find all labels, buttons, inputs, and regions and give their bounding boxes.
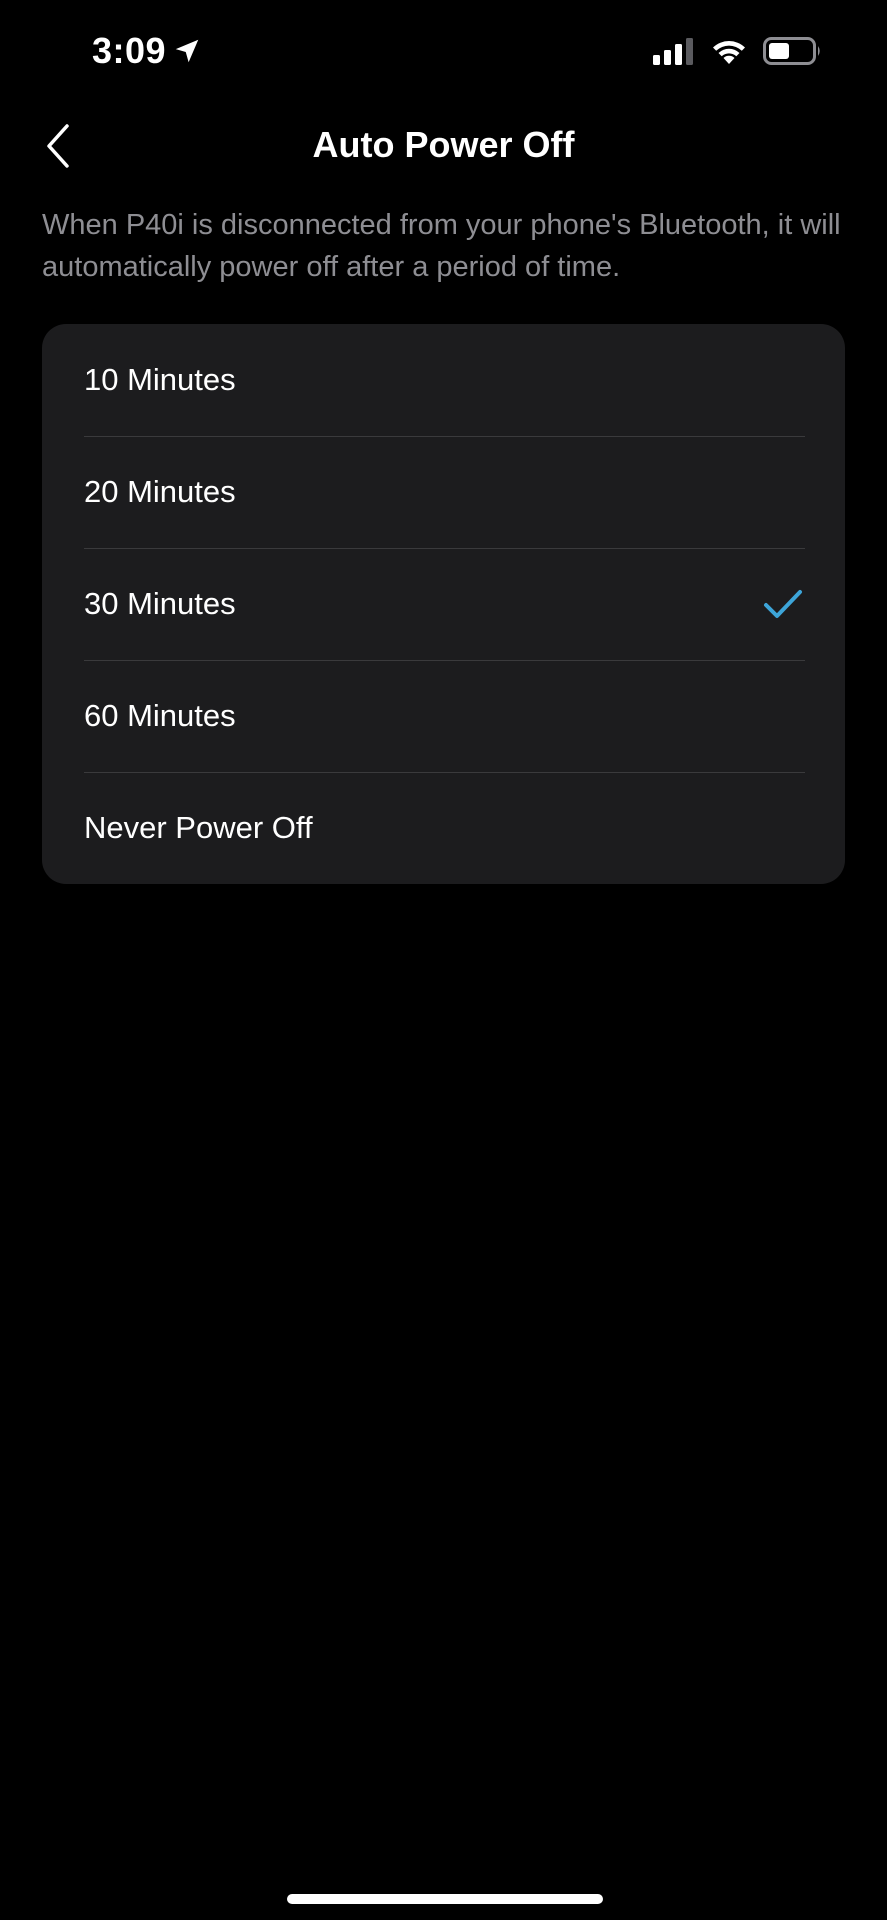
options-list: 10 Minutes 20 Minutes 30 Minutes 60 Minu…: [42, 324, 845, 884]
option-20-minutes[interactable]: 20 Minutes: [42, 436, 845, 548]
checkmark-icon: [761, 582, 805, 626]
option-label: 30 Minutes: [84, 586, 236, 621]
status-bar: 3:09: [0, 0, 887, 110]
option-label: 60 Minutes: [84, 698, 236, 733]
cellular-signal-icon: [653, 38, 693, 65]
option-60-minutes[interactable]: 60 Minutes: [42, 660, 845, 772]
option-30-minutes[interactable]: 30 Minutes: [42, 548, 845, 660]
battery-icon: [763, 37, 820, 65]
status-time-text: 3:09: [92, 30, 167, 71]
status-icons: [653, 36, 823, 66]
option-label: Never Power Off: [84, 810, 313, 845]
page-title: Auto Power Off: [312, 124, 575, 165]
home-indicator[interactable]: [287, 1894, 603, 1904]
description-text: When P40i is disconnected from your phon…: [42, 209, 841, 283]
nav-bar: Auto Power Off: [0, 110, 887, 180]
option-label: 10 Minutes: [84, 362, 236, 397]
option-never-power-off[interactable]: Never Power Off: [42, 772, 845, 884]
location-arrow-icon: [175, 39, 199, 63]
status-time: 3:09: [92, 30, 202, 72]
wifi-icon: [713, 41, 745, 64]
option-label: 20 Minutes: [84, 474, 236, 509]
option-10-minutes[interactable]: 10 Minutes: [42, 324, 845, 436]
